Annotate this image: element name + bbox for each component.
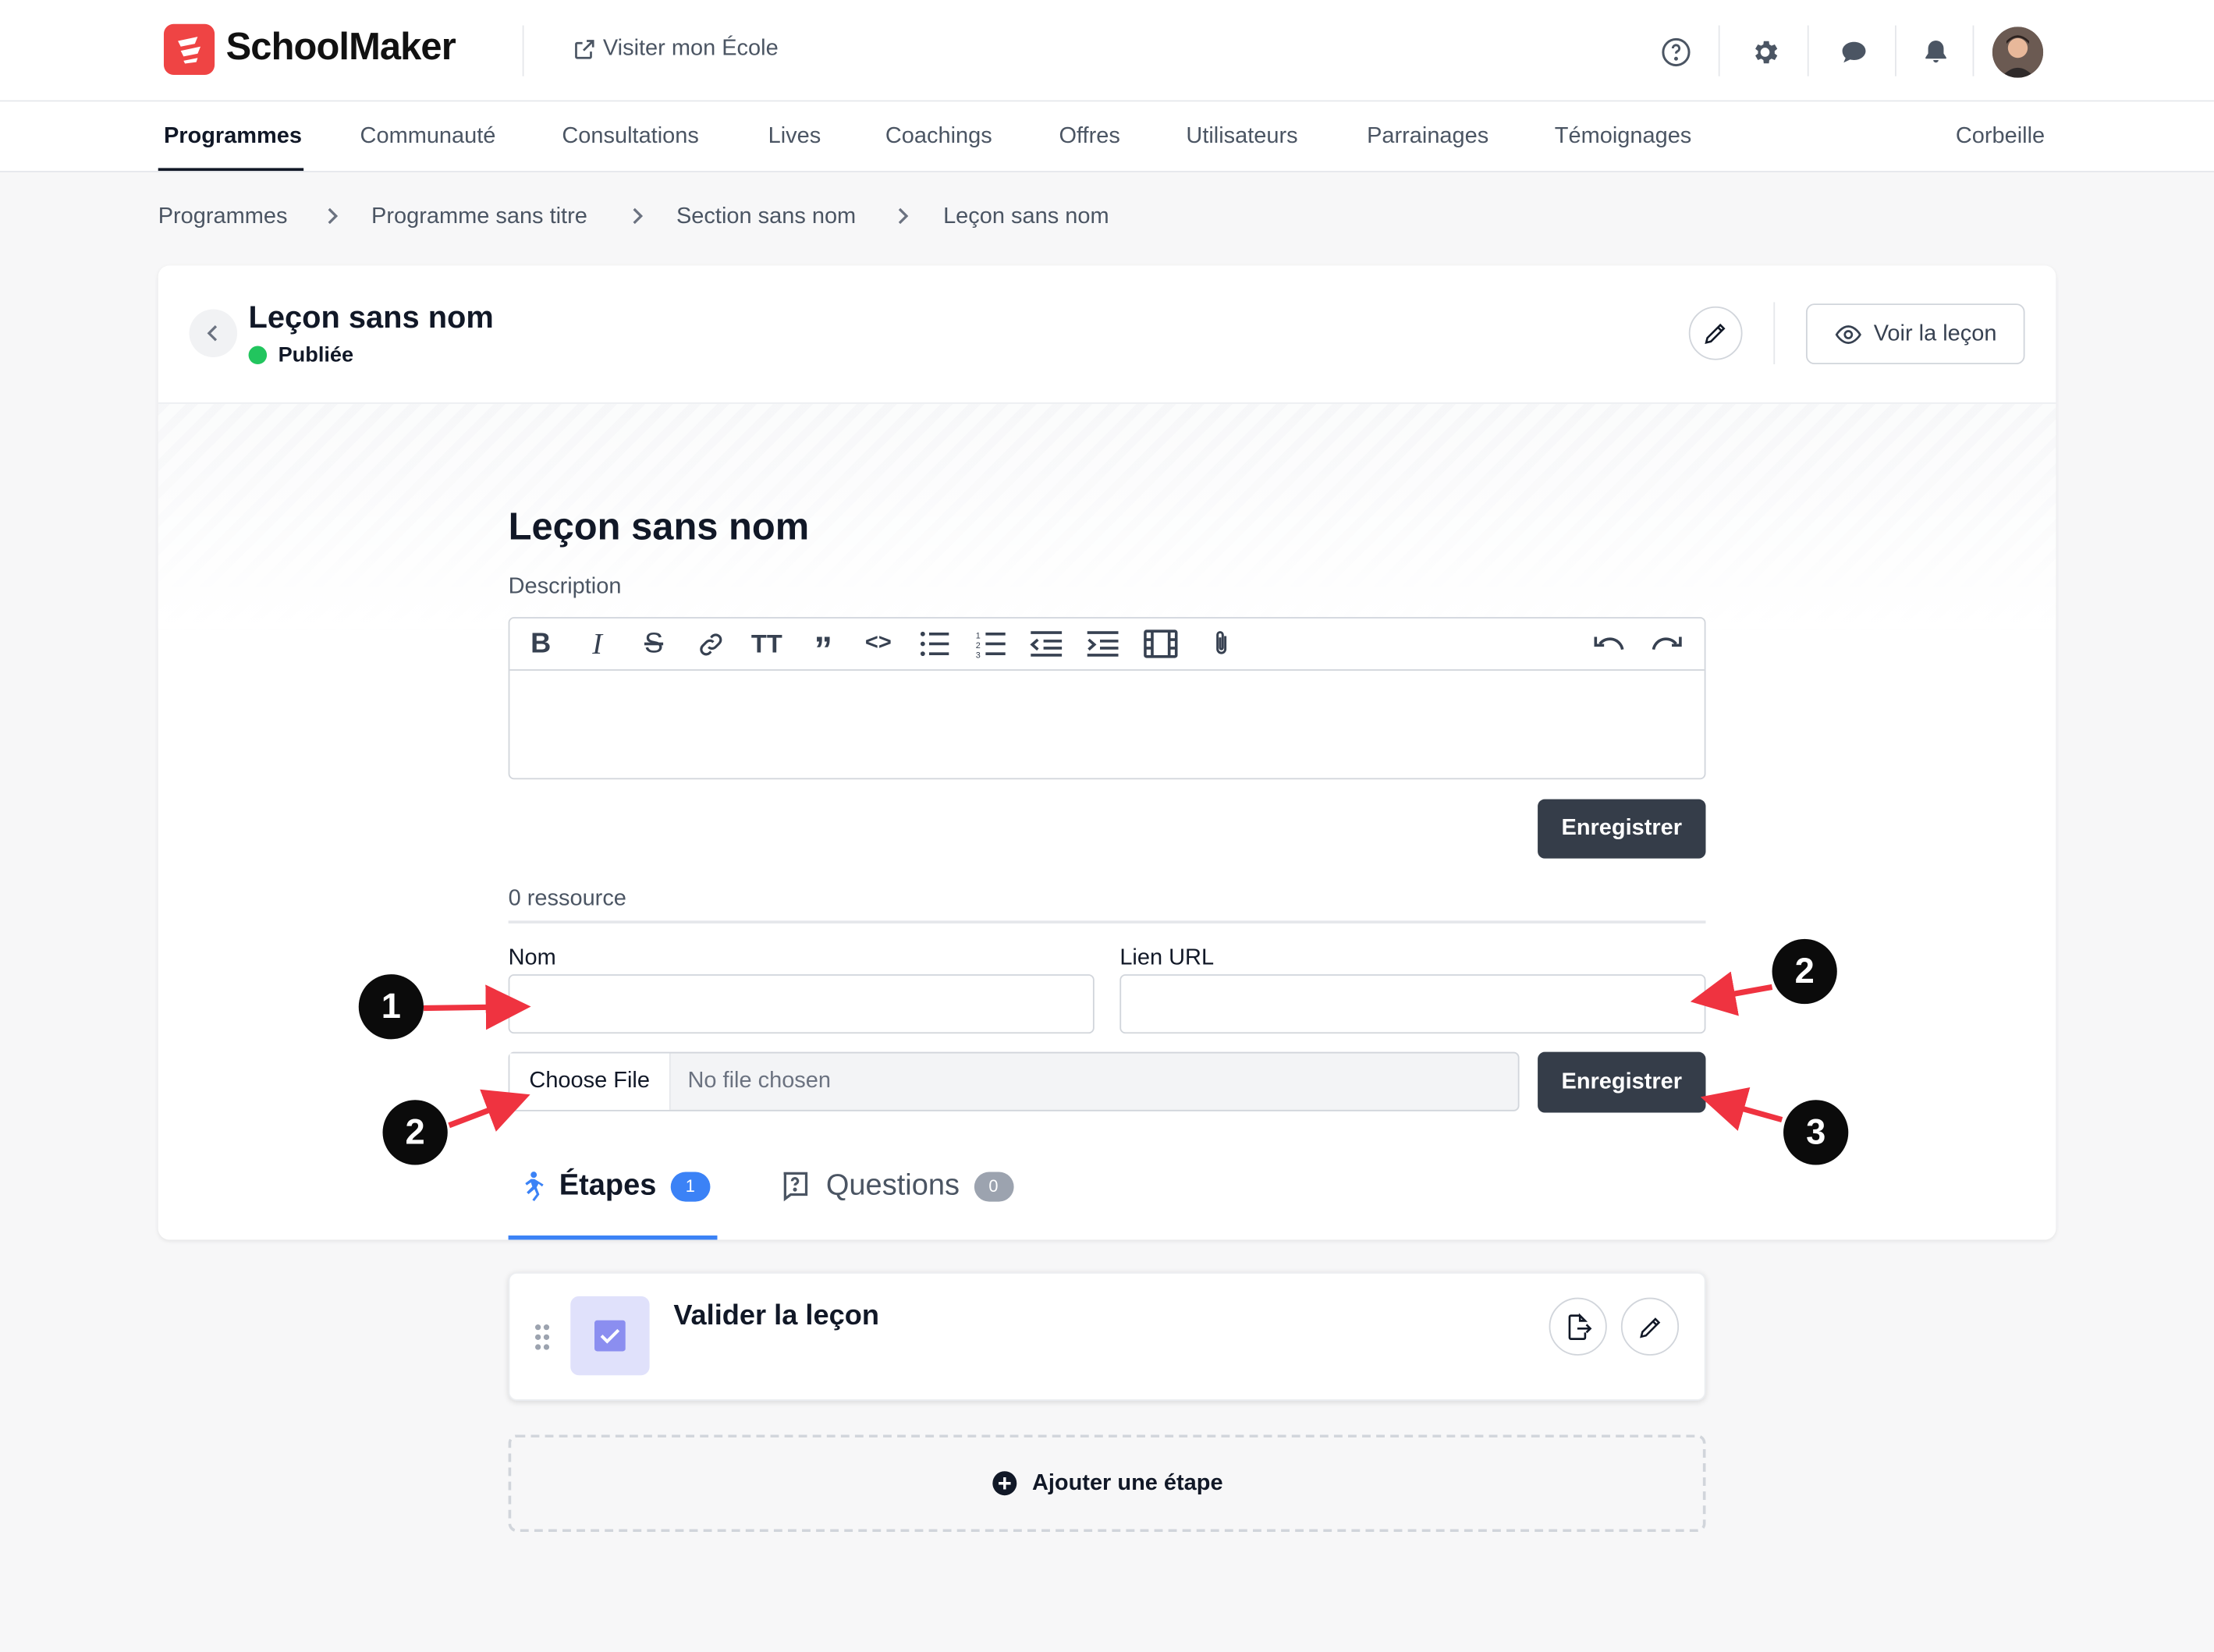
annotation-badge: 3 [1783,1100,1849,1165]
annotation-arrow [423,971,1783,1132]
annotation-badge: 2 [1772,938,1837,1005]
annotation-badge: 2 [382,1100,448,1165]
annotation-arrows [423,971,1783,1132]
annotation-badge: 1 [358,974,424,1040]
